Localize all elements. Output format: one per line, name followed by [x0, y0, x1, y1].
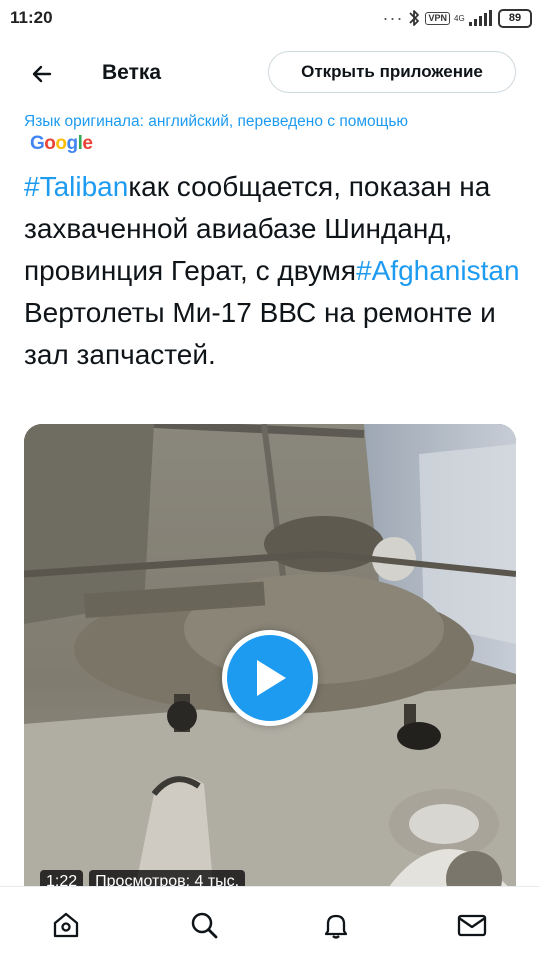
google-logo-letter: g	[66, 133, 79, 154]
nav-messages[interactable]	[452, 905, 492, 945]
page-title: Ветка	[102, 61, 162, 84]
vpn-badge: VPN	[425, 11, 450, 25]
thread-header: Ветка Открыть приложение	[0, 36, 540, 110]
arrow-left-icon	[32, 65, 52, 83]
google-logo-letter: e	[82, 133, 93, 154]
play-icon	[257, 660, 286, 696]
nav-notifications[interactable]	[316, 905, 356, 945]
battery-indicator: 89	[498, 8, 532, 28]
messages-envelope-icon	[457, 914, 487, 937]
search-icon	[191, 912, 218, 939]
status-bar: 11:20 ··· VPN 4G 89	[0, 0, 540, 36]
google-logo-letter: G	[30, 133, 45, 154]
google-logo-letter: o	[55, 133, 67, 154]
translation-notice: Язык оригинала: английский, переведено с…	[24, 113, 409, 130]
back-button[interactable]	[22, 54, 62, 94]
network-type-label: 4G	[454, 13, 465, 23]
hashtag-link-afghanistan[interactable]: #Afghanistan	[356, 255, 519, 286]
google-logo: Google	[30, 133, 93, 155]
home-icon	[53, 912, 79, 938]
tweet-text-part-2: Вертолеты Ми-17 ВВС на ремонте и зал зап…	[24, 297, 496, 370]
status-icons: ··· VPN 4G 89	[382, 6, 532, 30]
video-player[interactable]: 1:22 Просмотров: 4 тыс.	[24, 424, 516, 894]
hashtag-link-taliban[interactable]: #Taliban	[24, 171, 128, 202]
open-app-button[interactable]: Открыть приложение	[268, 51, 516, 93]
overflow-dots-icon: ···	[382, 8, 404, 28]
nav-home[interactable]	[46, 905, 86, 945]
status-time: 11:20	[10, 8, 53, 27]
google-logo-letter: o	[44, 133, 56, 154]
nav-search[interactable]	[184, 905, 224, 945]
bottom-nav	[0, 886, 540, 960]
notifications-bell-icon	[324, 914, 348, 939]
bluetooth-icon	[409, 10, 420, 26]
signal-strength-icon	[469, 10, 492, 26]
play-button[interactable]	[222, 630, 318, 726]
tweet-text: #Talibanкак сообщается, показан на захва…	[24, 166, 524, 376]
